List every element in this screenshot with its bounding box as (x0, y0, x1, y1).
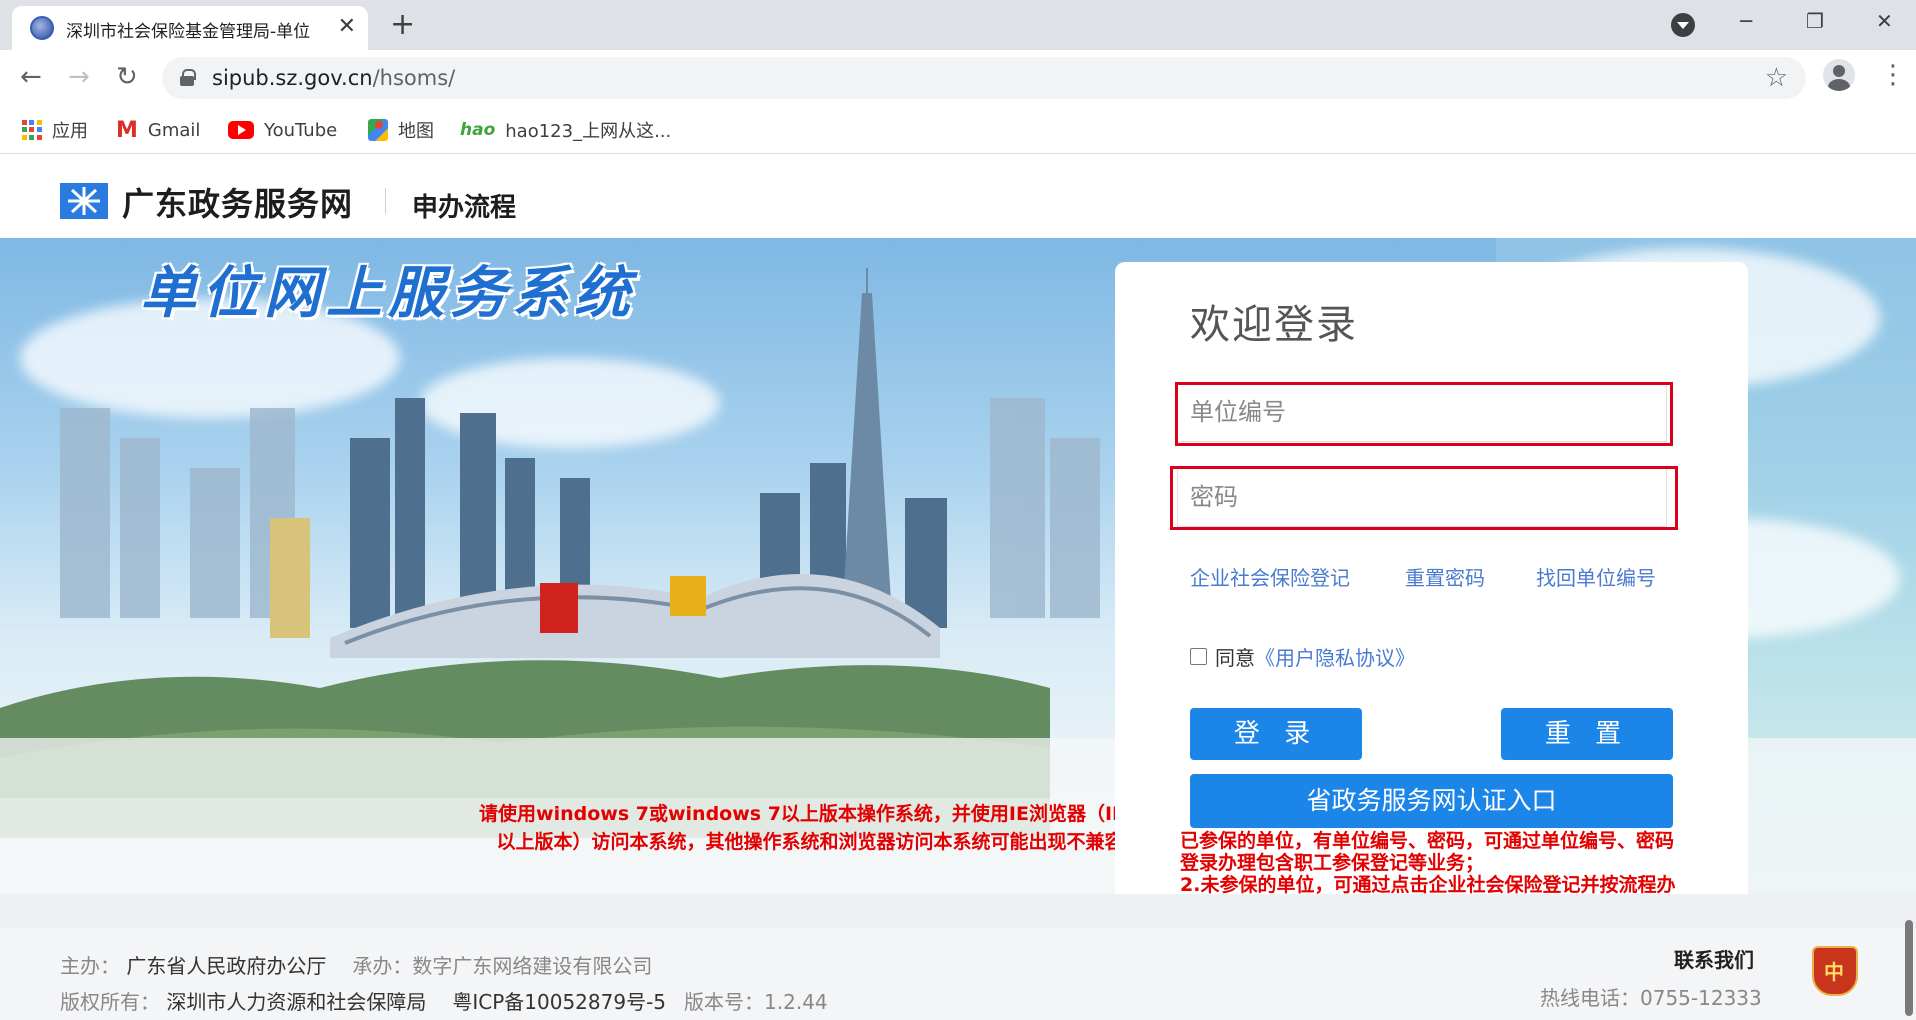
bookmarks-bar: 应用 M Gmail YouTube 地图 hao hao123_上网从这... (0, 106, 1916, 154)
back-button[interactable]: ← (20, 62, 42, 92)
apps-grid-icon (22, 120, 42, 140)
browser-tab-active[interactable]: 深圳市社会保险基金管理局-单位 ✕ (12, 6, 368, 50)
bookmark-star-icon[interactable]: ☆ (1765, 63, 1788, 93)
reset-password-link[interactable]: 重置密码 (1405, 562, 1485, 591)
url-text[interactable]: sipub.sz.gov.cn/hsoms/ (212, 66, 455, 90)
profile-avatar-icon[interactable] (1823, 59, 1855, 91)
footer-host-line: 主办： 广东省人民政府办公厅 承办：数字广东网络建设有限公司 (60, 954, 653, 978)
gov-badge-icon[interactable] (1812, 946, 1858, 996)
bookmark-label: YouTube (264, 119, 338, 141)
close-window-button[interactable]: ✕ (1876, 8, 1893, 34)
register-link[interactable]: 企业社会保险登记 (1190, 562, 1350, 591)
privacy-policy-link[interactable]: 《用户隐私协议》 (1255, 642, 1415, 671)
header-divider (385, 188, 386, 214)
address-bar[interactable]: sipub.sz.gov.cn/hsoms/ ☆ (162, 57, 1806, 99)
contact-us-link[interactable]: 联系我们 (1674, 944, 1754, 973)
agree-checkbox[interactable] (1190, 648, 1207, 665)
forward-button[interactable]: → (68, 62, 90, 92)
tab-search-icon[interactable] (1671, 13, 1695, 37)
reset-button[interactable]: 重 置 (1501, 708, 1673, 760)
bookmark-apps[interactable]: 应用 (22, 116, 88, 144)
browser-toolbar: ← → ↻ sipub.sz.gov.cn/hsoms/ ☆ ⋮ (0, 50, 1916, 106)
tab-title: 深圳市社会保险基金管理局-单位 (66, 22, 311, 42)
login-card: 欢迎登录 企业社会保险登记 重置密码 找回单位编号 同意 《用户隐私协议》 登 … (1115, 262, 1748, 942)
footer-copyright-line: 版权所有： 深圳市人力资源和社会保障局 粤ICP备10052879号-5 版本号：1… (60, 990, 828, 1014)
browser-menu-icon[interactable]: ⋮ (1880, 60, 1906, 90)
gmail-icon: M (116, 117, 138, 143)
bookmark-youtube[interactable]: YouTube (228, 116, 337, 144)
new-tab-button[interactable]: + (390, 9, 415, 41)
browser-tab-bar: 深圳市社会保险基金管理局-单位 ✕ + ─ ❐ ✕ (0, 0, 1916, 50)
browser-compat-notice: 请使用windows 7或windows 7以上版本操作系统，并使用IE浏览器（… (479, 803, 1217, 853)
login-title: 欢迎登录 (1190, 302, 1358, 348)
page-scrollbar[interactable] (1905, 920, 1913, 1016)
bookmark-gmail[interactable]: M Gmail (116, 116, 200, 144)
find-unit-number-link[interactable]: 找回单位编号 (1536, 562, 1656, 591)
gd-gov-logo-icon[interactable] (60, 183, 108, 219)
highlight-frame (1170, 466, 1678, 530)
tab-close-icon[interactable]: ✕ (338, 14, 356, 40)
maps-icon (368, 119, 388, 141)
site-name[interactable]: 广东政务服务网 (122, 179, 353, 225)
reload-button[interactable]: ↻ (116, 62, 138, 92)
login-notice-line: 已参保的单位，有单位编号、密码，可通过单位编号、密码登录办理包含职工参保登记等业… (1180, 830, 1675, 874)
site-header: 广东政务服务网 申办流程 (0, 155, 1916, 238)
youtube-icon (228, 121, 254, 139)
bookmark-label: 地图 (398, 121, 434, 142)
bookmark-hao123[interactable]: hao hao123_上网从这... (460, 116, 671, 144)
hao123-icon: hao (460, 120, 496, 140)
lock-icon[interactable] (180, 69, 196, 86)
highlight-frame (1175, 382, 1673, 446)
bookmark-maps[interactable]: 地图 (368, 116, 434, 144)
login-button[interactable]: 登 录 (1190, 708, 1362, 760)
process-link[interactable]: 申办流程 (412, 187, 516, 224)
footer-band (0, 894, 1916, 928)
restore-button[interactable]: ❐ (1806, 8, 1824, 34)
site-favicon-icon (30, 16, 54, 40)
hotline-text: 热线电话：0755-12333 (1540, 986, 1762, 1010)
bookmark-label: hao123_上网从这... (505, 121, 672, 142)
site-footer: 主办： 广东省人民政府办公厅 承办：数字广东网络建设有限公司 版权所有： 深圳市人… (0, 894, 1916, 1020)
bookmark-label: 应用 (52, 121, 88, 142)
banner-title: 单位网上服务系统 (140, 261, 636, 326)
portal-auth-button[interactable]: 省政务服务网认证入口 (1190, 774, 1673, 828)
agree-text: 同意 (1215, 646, 1255, 670)
bookmark-label: Gmail (147, 119, 201, 141)
privacy-agree-row: 同意 《用户隐私协议》 (1190, 642, 1415, 671)
minimize-button[interactable]: ─ (1740, 8, 1752, 34)
